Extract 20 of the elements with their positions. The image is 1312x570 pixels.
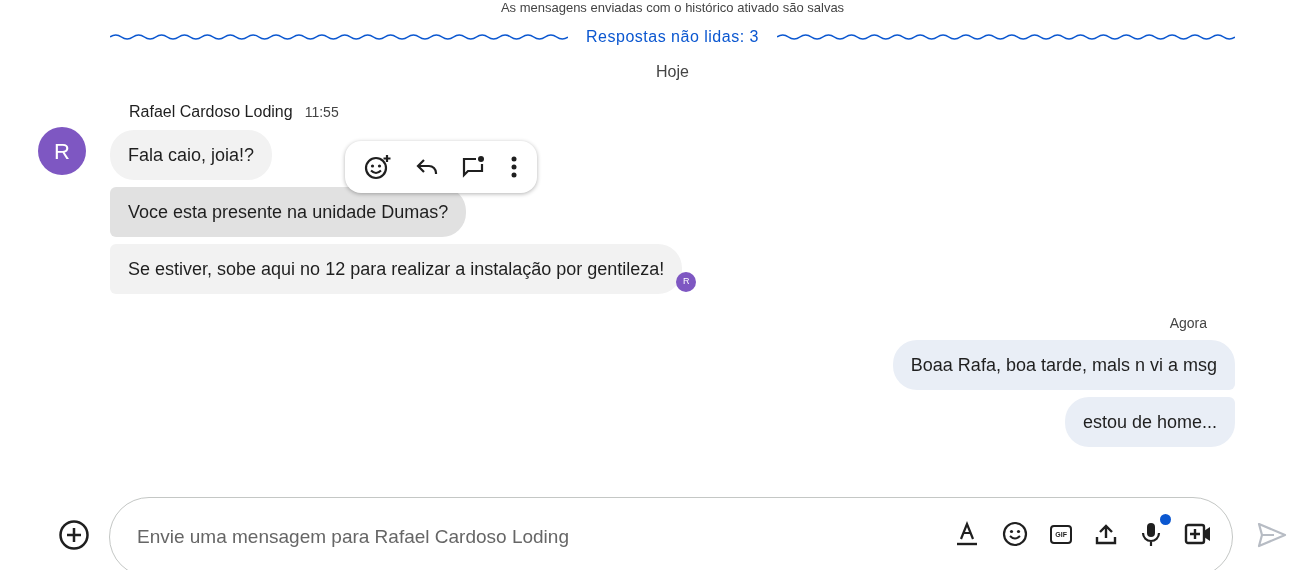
message-bubble[interactable]: Fala caio, joia!? [110, 130, 273, 180]
upload-icon[interactable] [1094, 522, 1118, 546]
sender-name: Rafael Cardoso Loding [129, 102, 293, 122]
message-time: Agora [1169, 314, 1207, 333]
emoji-icon[interactable] [1002, 521, 1029, 547]
add-icon[interactable] [58, 519, 90, 551]
message-bubble[interactable]: Boaa Rafa, boa tarde, mals n vi a msg [892, 340, 1235, 390]
add-video-call-icon[interactable] [1184, 522, 1212, 546]
microphone-icon[interactable] [1140, 514, 1171, 547]
add-reaction-icon[interactable] [364, 153, 393, 181]
read-receipt-avatar: R [676, 272, 697, 292]
date-label: Hoje [655, 62, 690, 82]
message-bubble[interactable]: Se estiver, sobe aqui no 12 para realizar a instalação por gentileza! [110, 244, 683, 294]
message-bubble[interactable]: Voce esta presente na unidade Dumas? [110, 187, 467, 237]
avatar: R [38, 127, 86, 175]
unread-replies-label: Respostas não lidas: 3 [585, 27, 760, 47]
message-time: 11:55 [304, 103, 339, 122]
more-options-icon[interactable] [509, 156, 518, 178]
message-bubble[interactable]: estou de home... [1064, 397, 1235, 447]
history-notice: As mensagens enviadas com o histórico ativado são salvas [499, 0, 846, 16]
